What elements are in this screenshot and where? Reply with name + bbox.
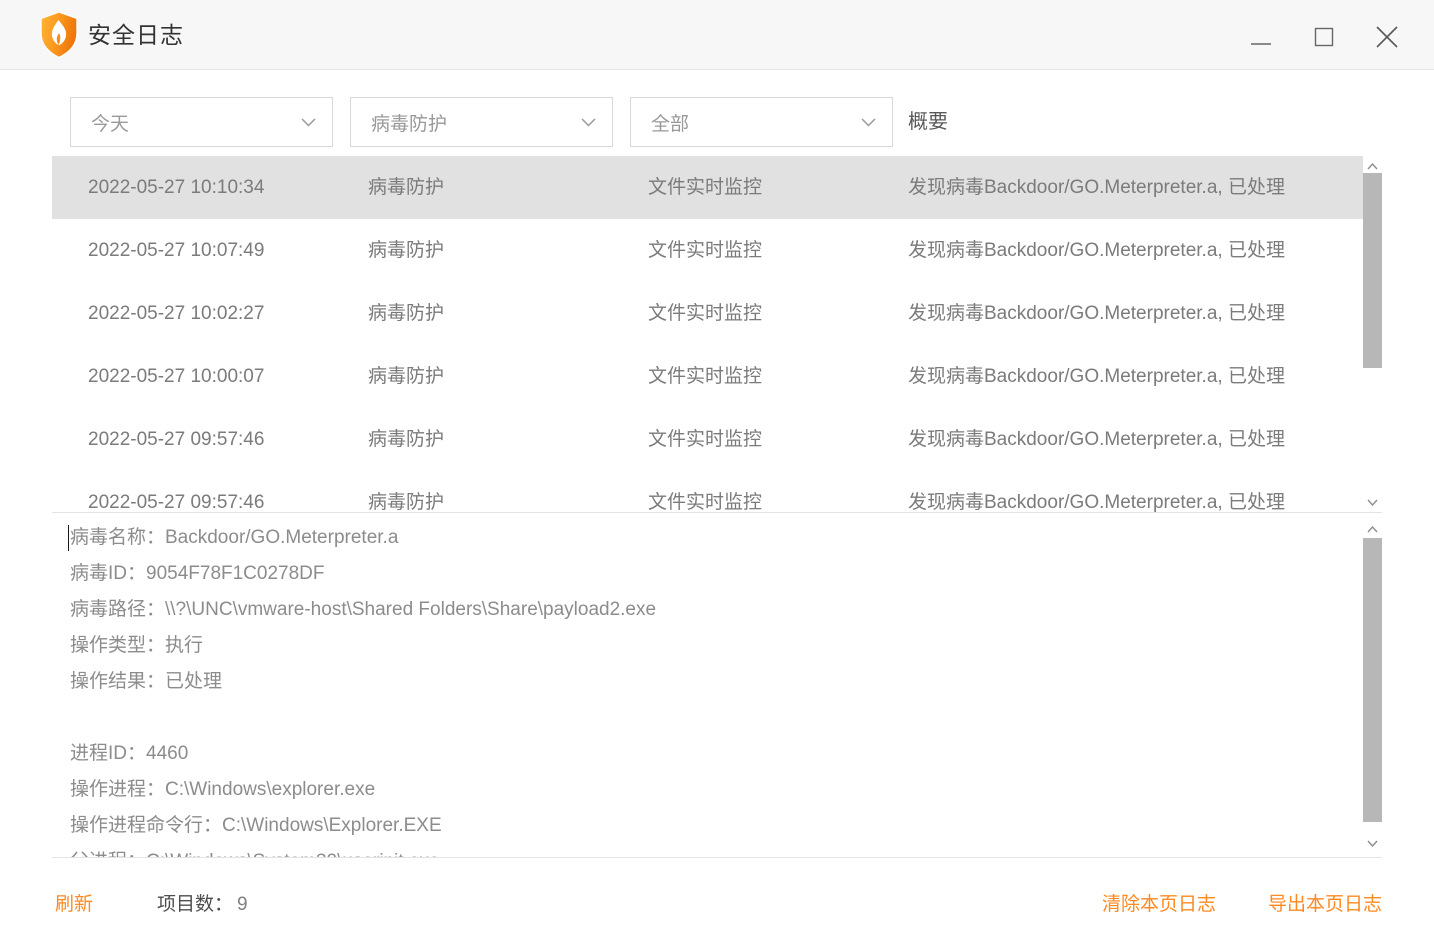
detail-blank-line xyxy=(70,700,1363,736)
row-summary: 发现病毒Backdoor/GO.Meterpreter.a, 已处理 xyxy=(908,240,1285,261)
row-feature: 文件实时监控 xyxy=(648,366,763,387)
scrollbar-thumb[interactable] xyxy=(1363,173,1382,368)
row-category: 病毒防护 xyxy=(368,177,445,198)
scroll-down-button[interactable] xyxy=(1363,835,1382,851)
item-count-value: 9 xyxy=(237,893,248,915)
app-logo-flame-shield-icon xyxy=(38,11,80,59)
close-icon xyxy=(1376,26,1398,48)
detail-process-id: 进程ID：4460 xyxy=(70,743,189,764)
module-value: 病毒防护 xyxy=(371,113,448,135)
detail-process-cmdline: 操作进程命令行：C:\Windows\Explorer.EXE xyxy=(70,815,442,836)
row-feature: 文件实时监控 xyxy=(648,429,763,450)
row-time: 2022-05-27 10:10:34 xyxy=(88,177,265,198)
chevron-down-icon xyxy=(301,117,316,127)
chevron-down-icon xyxy=(1367,840,1378,847)
minimize-icon xyxy=(1251,43,1271,45)
row-feature: 文件实时监控 xyxy=(648,303,763,324)
module-dropdown[interactable]: 病毒防护 xyxy=(350,97,613,147)
chevron-up-icon xyxy=(1367,162,1378,169)
table-row[interactable]: 2022-05-27 10:10:34 病毒防护 文件实时监控 发现病毒Back… xyxy=(52,156,1363,219)
item-count: 项目数： 9 xyxy=(157,889,248,916)
refresh-button[interactable]: 刷新 xyxy=(55,889,93,916)
row-summary: 发现病毒Backdoor/GO.Meterpreter.a, 已处理 xyxy=(908,303,1285,324)
page-title: 安全日志 xyxy=(88,22,184,48)
export-page-log-button[interactable]: 导出本页日志 xyxy=(1268,889,1382,916)
detail-scrollbar[interactable] xyxy=(1363,513,1382,857)
detail-operation-type: 操作类型：执行 xyxy=(70,635,204,656)
row-feature: 文件实时监控 xyxy=(648,240,763,261)
row-category: 病毒防护 xyxy=(368,303,445,324)
summary-column-header: 概要 xyxy=(908,111,948,133)
scope-dropdown[interactable]: 全部 xyxy=(630,97,893,147)
log-list-scrollbar[interactable] xyxy=(1363,156,1382,512)
text-caret xyxy=(68,525,69,551)
maximize-icon xyxy=(1314,27,1334,47)
scroll-up-button[interactable] xyxy=(1363,521,1382,537)
row-summary: 发现病毒Backdoor/GO.Meterpreter.a, 已处理 xyxy=(908,429,1285,450)
chevron-up-icon xyxy=(1367,525,1378,532)
row-category: 病毒防护 xyxy=(368,240,445,261)
table-row[interactable]: 2022-05-27 09:57:46 病毒防护 文件实时监控 发现病毒Back… xyxy=(52,471,1363,512)
row-time: 2022-05-27 10:02:27 xyxy=(88,303,265,324)
log-detail-pane[interactable]: 病毒名称：Backdoor/GO.Meterpreter.a 病毒ID：9054… xyxy=(52,513,1363,857)
table-row[interactable]: 2022-05-27 10:07:49 病毒防护 文件实时监控 发现病毒Back… xyxy=(52,219,1363,282)
close-button[interactable] xyxy=(1365,15,1409,59)
scrollbar-thumb[interactable] xyxy=(1363,538,1382,822)
row-summary: 发现病毒Backdoor/GO.Meterpreter.a, 已处理 xyxy=(908,366,1285,387)
detail-virus-id: 病毒ID：9054F78F1C0278DF xyxy=(70,563,325,584)
detail-operation-result: 操作结果：已处理 xyxy=(70,671,223,692)
table-row[interactable]: 2022-05-27 09:57:46 病毒防护 文件实时监控 发现病毒Back… xyxy=(52,408,1363,471)
row-feature: 文件实时监控 xyxy=(648,177,763,198)
table-row[interactable]: 2022-05-27 10:02:27 病毒防护 文件实时监控 发现病毒Back… xyxy=(52,282,1363,345)
row-summary: 发现病毒Backdoor/GO.Meterpreter.a, 已处理 xyxy=(908,177,1285,198)
row-time: 2022-05-27 09:57:46 xyxy=(88,492,265,512)
row-summary: 发现病毒Backdoor/GO.Meterpreter.a, 已处理 xyxy=(908,492,1285,512)
chevron-down-icon xyxy=(1367,499,1378,506)
footer-bar: 刷新 项目数： 9 清除本页日志 导出本页日志 xyxy=(52,858,1382,946)
row-feature: 文件实时监控 xyxy=(648,492,763,512)
row-time: 2022-05-27 10:07:49 xyxy=(88,240,265,261)
content-area: 今天 病毒防护 全部 概要 2022-05-27 10:10:34 病毒防护 文… xyxy=(52,71,1382,946)
log-list: 2022-05-27 10:10:34 病毒防护 文件实时监控 发现病毒Back… xyxy=(52,156,1382,512)
date-range-value: 今天 xyxy=(91,113,130,135)
date-range-dropdown[interactable]: 今天 xyxy=(70,97,333,147)
detail-virus-name: 病毒名称：Backdoor/GO.Meterpreter.a xyxy=(70,527,399,548)
maximize-button[interactable] xyxy=(1302,15,1346,59)
detail-process-path: 操作进程：C:\Windows\explorer.exe xyxy=(70,779,376,800)
detail-parent-process: 父进程：C:\Windows\System32\userinit.exe xyxy=(70,844,1363,857)
titlebar: 安全日志 xyxy=(0,0,1434,70)
minimize-button[interactable] xyxy=(1239,15,1283,59)
clear-page-log-button[interactable]: 清除本页日志 xyxy=(1102,889,1216,916)
scroll-up-button[interactable] xyxy=(1363,158,1382,174)
chevron-down-icon xyxy=(861,117,876,127)
row-time: 2022-05-27 10:00:07 xyxy=(88,366,265,387)
row-category: 病毒防护 xyxy=(368,366,445,387)
footer-actions: 清除本页日志 导出本页日志 xyxy=(1102,889,1382,916)
row-time: 2022-05-27 09:57:46 xyxy=(88,429,265,450)
detail-virus-path: 病毒路径：\\?\UNC\vmware-host\Shared Folders\… xyxy=(70,599,657,620)
item-count-label: 项目数： xyxy=(157,893,234,915)
row-category: 病毒防护 xyxy=(368,492,445,512)
filter-bar: 今天 病毒防护 全部 概要 xyxy=(52,88,1382,156)
scroll-down-button[interactable] xyxy=(1363,494,1382,510)
row-category: 病毒防护 xyxy=(368,429,445,450)
scope-value: 全部 xyxy=(651,113,690,135)
table-row[interactable]: 2022-05-27 10:00:07 病毒防护 文件实时监控 发现病毒Back… xyxy=(52,345,1363,408)
chevron-down-icon xyxy=(581,117,596,127)
